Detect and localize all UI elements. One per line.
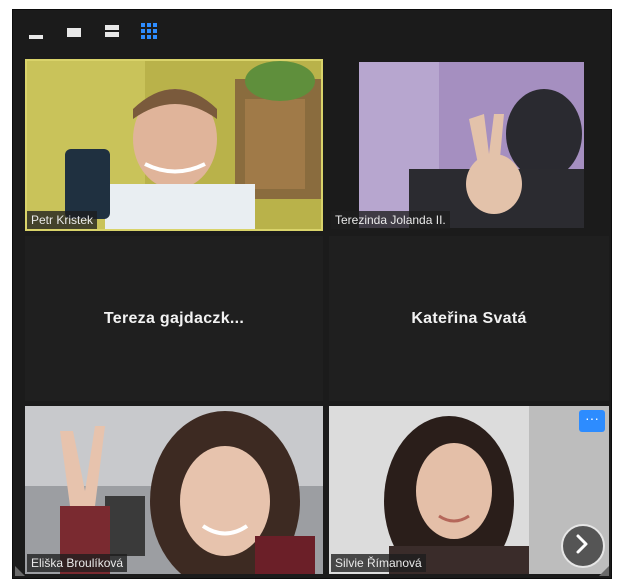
resize-corner-icon[interactable] xyxy=(15,562,29,576)
participant-name-center: Kateřina Svatá xyxy=(411,310,527,327)
strip-view-icon[interactable] xyxy=(103,22,125,42)
participant-video-1 xyxy=(25,59,323,231)
view-toolbar xyxy=(13,10,611,55)
participant-tile-6[interactable]: ··· Silvie Římanová xyxy=(329,406,609,574)
participant-tile-4[interactable]: Kateřina Svatá xyxy=(329,236,609,401)
participant-video-2 xyxy=(359,62,584,228)
participant-name-center: Tereza gajdaczk... xyxy=(103,310,245,327)
participant-tile-5[interactable]: Eliška Broulíková xyxy=(25,406,323,574)
participant-tile-2[interactable]: Terezinda Jolanda II. xyxy=(329,59,609,231)
chevron-right-icon xyxy=(576,534,588,554)
participant-video-5 xyxy=(25,406,323,574)
participant-tile-1[interactable]: Petr Kristek xyxy=(25,59,323,231)
participant-name-label: Silvie Římanová xyxy=(331,554,426,572)
more-options-button[interactable]: ··· xyxy=(579,410,605,432)
minimize-view-icon[interactable] xyxy=(27,22,49,42)
participant-tile-3[interactable]: Tereza gajdaczk... xyxy=(25,236,323,401)
participant-name-label: Petr Kristek xyxy=(27,211,98,229)
participant-name-label: Eliška Broulíková xyxy=(27,554,128,572)
speaker-view-icon[interactable] xyxy=(65,22,87,42)
meeting-window: Petr Kristek Terezinda Jolanda II. Terez… xyxy=(12,9,612,579)
participant-name-label: Terezinda Jolanda II. xyxy=(331,211,450,229)
resize-corner-icon[interactable] xyxy=(595,562,609,576)
gallery-view-icon[interactable] xyxy=(139,22,161,42)
